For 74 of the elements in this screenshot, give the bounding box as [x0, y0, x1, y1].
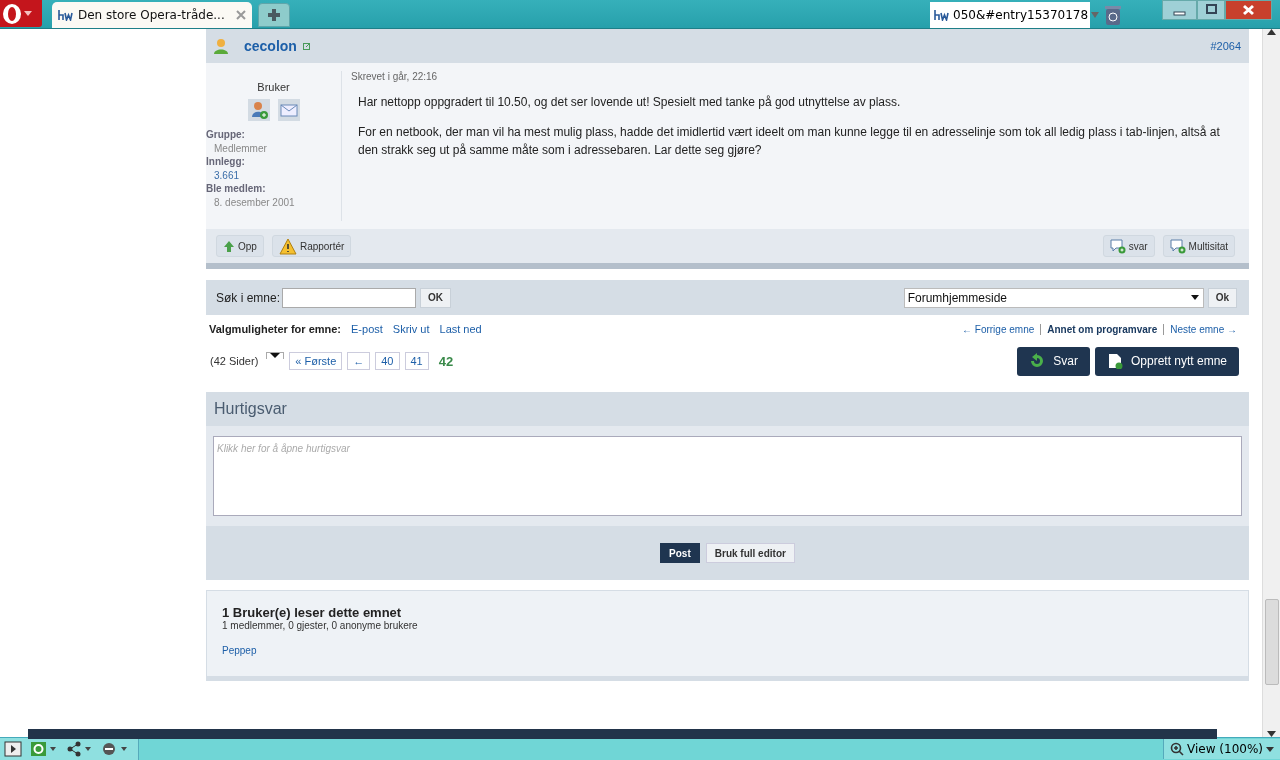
top-button[interactable]: Opp [216, 235, 264, 257]
option-link[interactable]: Skriv ut [392, 323, 430, 335]
forum-jump-dropdown[interactable]: Forumhjemmeside [903, 287, 1204, 308]
post-number-link[interactable]: #2064 [1210, 40, 1241, 52]
full-editor-button[interactable]: Bruk full editor [705, 543, 795, 563]
quick-reply-title: Hurtigsvar [206, 392, 1249, 426]
page-link[interactable]: 41 [404, 352, 429, 370]
document-icon [1106, 353, 1123, 369]
trash-icon[interactable] [1104, 4, 1122, 26]
option-link[interactable]: E-post [351, 323, 383, 335]
panel-toggle-icon[interactable] [4, 741, 22, 757]
viewers-summary: 1 medlemmer, 0 gjester, 0 anonyme brukere [222, 620, 419, 631]
user-icon [214, 38, 228, 54]
restore-icon[interactable] [1197, 0, 1225, 20]
caret-icon [270, 353, 281, 358]
zoom-button[interactable]: View (100%) [1163, 739, 1280, 759]
reply-button[interactable]: svar [1102, 235, 1155, 257]
caret-icon [1091, 12, 1100, 18]
share-icon[interactable] [66, 741, 94, 757]
post-text: For en netbook, der man vil ha mest mulig plass, hadde det imidlertid vært ideelt om man kunne legge til en adresselinje som tok all ledig plass i tab-linjen, altså at den strakk seg ut på samme måte som i adressebaren. Lar dette seg gjøre? [358, 124, 1221, 159]
ok-button[interactable]: Ok [1207, 287, 1237, 308]
caret-icon [1266, 746, 1274, 752]
new-topic-button[interactable]: Opprett nytt emne [1094, 346, 1239, 376]
member-role: Bruker [257, 81, 290, 93]
author-link[interactable]: cecolon [244, 38, 297, 54]
options-label: Valgmuligheter for emne: [209, 323, 342, 335]
sync-icon[interactable] [30, 741, 58, 757]
page-count: (42 Sider) [210, 355, 259, 367]
reply-button[interactable]: Svar [1017, 346, 1090, 376]
forum-name: Annet om programvare [1040, 323, 1164, 335]
page-jump-dropdown[interactable] [266, 352, 285, 359]
viewers-title: 1 Bruker(e) leser dette emnet [222, 605, 403, 620]
new-tab-button[interactable] [258, 3, 290, 27]
browser-menu-button[interactable] [0, 0, 42, 27]
multiquote-button[interactable]: Multisitat [1162, 235, 1235, 257]
up-arrow-icon [223, 239, 235, 253]
topic-nav-link[interactable]: ← Forrige emne [956, 323, 1041, 335]
add-friend-icon[interactable] [247, 99, 270, 121]
option-link[interactable]: Last ned [439, 323, 482, 335]
site-icon [934, 9, 950, 21]
detail-label: Ble medlem: [206, 183, 266, 194]
detail-label: Gruppe: [206, 129, 245, 140]
caret-icon [1190, 295, 1199, 300]
refresh-icon [1029, 353, 1046, 369]
speech-bubble-icon [1169, 238, 1186, 254]
zoom-icon [1170, 742, 1185, 756]
speech-bubble-icon [1109, 238, 1126, 254]
detail-value: 3.661 [214, 170, 240, 181]
page-link[interactable]: ← [347, 352, 371, 370]
warning-icon [278, 237, 297, 255]
report-button[interactable]: Rapportér [271, 235, 352, 257]
user-link[interactable]: Peppep [222, 645, 1233, 656]
page-link[interactable]: « Første [289, 352, 343, 370]
detail-value: 8. desember 2001 [214, 197, 295, 208]
scrollbar-thumb[interactable] [1265, 599, 1279, 685]
browser-logo-icon [0, 2, 24, 25]
page-link[interactable]: 40 [375, 352, 400, 370]
site-icon [58, 9, 74, 21]
search-field[interactable] [282, 287, 417, 308]
close-icon[interactable] [1225, 0, 1272, 20]
caret-icon [24, 10, 32, 17]
search-label: Søk i emne: [216, 290, 281, 305]
post-text: Har nettopp oppgradert til 10.50, og det ser lovende ut! Spesielt med tanke på god utnyttelse av plass. [358, 94, 902, 111]
browser-tab[interactable]: Den store Opera-tråde... [52, 2, 252, 28]
plus-icon [267, 8, 281, 22]
close-icon[interactable] [236, 10, 246, 20]
external-link-icon[interactable] [302, 42, 310, 50]
post-date: Skrevet i går, 22:16 [351, 71, 439, 82]
post-button[interactable]: Post [660, 543, 700, 563]
ok-button[interactable]: OK [420, 287, 452, 308]
detail-label: Innlegg: [206, 156, 245, 167]
blocked-icon[interactable] [102, 741, 130, 757]
detail-value: Medlemmer [214, 143, 267, 154]
topic-nav-link[interactable]: Neste emne → [1163, 323, 1243, 335]
